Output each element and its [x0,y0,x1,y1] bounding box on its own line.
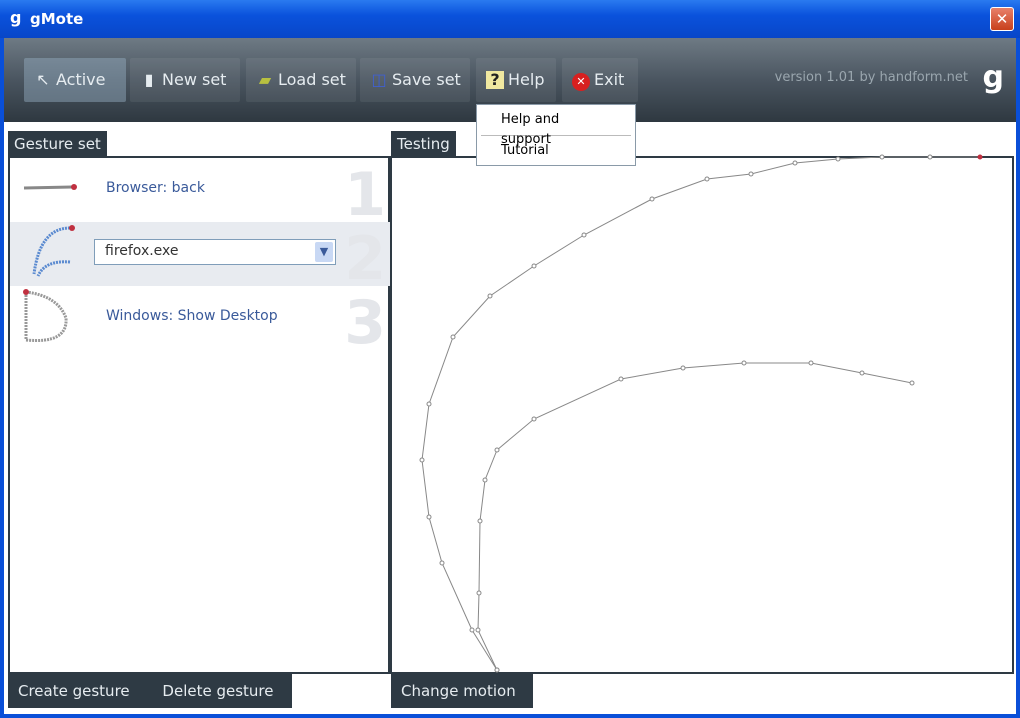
version-text: version 1.01 by handform.net [774,70,968,85]
testing-canvas[interactable] [390,156,1014,674]
change-motion-button[interactable]: Change motion [391,674,533,708]
gesture-line-icon [23,184,77,190]
chevron-down-icon[interactable]: ▼ [315,242,333,262]
delete-gesture-button[interactable]: Delete gesture [162,682,273,700]
help-dropdown-menu: Help and support Tutorial [476,104,636,166]
application-select[interactable]: firefox.exe ▼ [94,239,336,265]
save-set-button[interactable]: ◫ Save set [360,58,470,102]
exit-button[interactable]: ✕ Exit [562,58,638,102]
load-set-label: Load set [278,70,346,89]
app-logo-icon: g [10,8,22,27]
gesture-d-shape-icon [23,289,68,343]
help-button[interactable]: ? Help [476,58,556,102]
gesture-number: 2 [344,224,386,294]
close-button[interactable]: ✕ [990,7,1014,31]
cursor-icon: ↖ [36,70,50,89]
gesture-curve-icon [32,225,75,277]
help-label: Help [508,70,545,89]
save-set-label: Save set [392,70,461,89]
active-label: Active [56,70,106,89]
load-set-button[interactable]: ▰ Load set [246,58,356,102]
exit-icon: ✕ [572,73,590,91]
gesture-action-label: Windows: Show Desktop [106,308,278,324]
new-set-label: New set [162,70,227,89]
create-gesture-button[interactable]: Create gesture [18,682,130,700]
folder-icon: ▰ [258,70,272,89]
gesture-row-selected[interactable]: firefox.exe ▼ 2 [10,222,390,294]
exit-label: Exit [594,70,625,89]
gesture-row[interactable]: Browser: back 1 [10,158,390,230]
gesture-number: 1 [344,160,386,230]
client-area: ↖ Active ▮ New set ▰ Load set ◫ Save set ? He… [4,38,1016,714]
gesture-action-label: Browser: back [106,180,205,196]
book-icon: ◫ [371,70,387,89]
gesture-number: 3 [344,288,386,358]
tab-gesture-set[interactable]: Gesture set [8,131,107,157]
active-button[interactable]: ↖ Active [24,58,126,102]
title-bar: g gMote ✕ [0,0,1020,38]
gesture-actions-bar: Create gesture Delete gesture [8,674,292,708]
menu-item-help-and-support[interactable]: Help and support [477,105,635,147]
new-file-icon: ▮ [144,70,154,89]
menu-item-tutorial[interactable]: Tutorial [477,136,635,166]
gmote-logo-icon: g [982,60,1004,95]
window-title: gMote [30,10,84,28]
new-set-button[interactable]: ▮ New set [130,58,240,102]
application-select-value: firefox.exe [105,243,179,259]
tab-testing[interactable]: Testing [391,131,456,157]
gesture-set-panel: Browser: back 1 firefox.exe ▼ 2 Windows: … [8,156,390,674]
help-icon: ? [486,71,504,89]
gesture-row[interactable]: Windows: Show Desktop 3 [10,286,390,358]
